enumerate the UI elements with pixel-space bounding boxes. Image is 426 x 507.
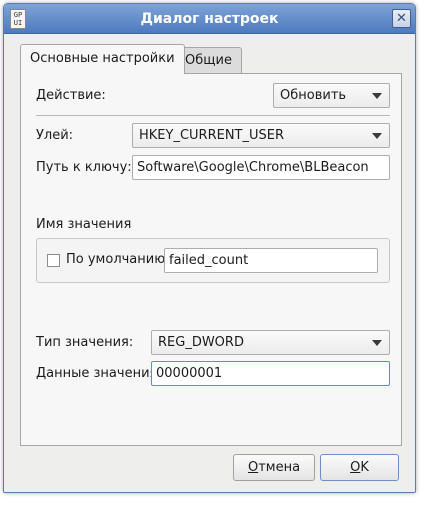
hive-combobox[interactable]: HKEY_CURRENT_USER <box>132 123 390 148</box>
title-bar[interactable]: GP UI Диалог настроек ✕ <box>4 4 415 34</box>
action-combobox[interactable]: Обновить <box>273 83 390 108</box>
settings-dialog: GP UI Диалог настроек ✕ Основные настрой… <box>3 3 416 493</box>
default-checkbox[interactable] <box>47 254 60 267</box>
default-checkbox-label[interactable]: По умолчанию <box>66 252 165 267</box>
value-type-label: Тип значения: <box>36 335 134 350</box>
hive-value: HKEY_CURRENT_USER <box>139 128 285 143</box>
tab-main-settings[interactable]: Основные настройки <box>20 44 185 74</box>
chevron-down-icon <box>372 340 382 346</box>
ok-button[interactable]: OK <box>320 454 399 481</box>
main-settings-panel: Действие: Обновить Улей: HKEY_CURRENT_US… <box>20 73 402 446</box>
divider <box>36 115 390 116</box>
action-label: Действие: <box>36 88 106 103</box>
hive-label: Улей: <box>36 128 74 143</box>
value-type-value: REG_DWORD <box>158 335 244 350</box>
value-name-input[interactable]: failed_count <box>164 248 378 273</box>
key-path-input[interactable]: Software\Google\Chrome\BLBeacon <box>132 155 390 180</box>
value-type-combobox[interactable]: REG_DWORD <box>151 330 390 355</box>
value-data-label: Данные значения: <box>36 366 162 381</box>
window-title: Диалог настроек <box>140 11 279 27</box>
chevron-down-icon <box>372 133 382 139</box>
chevron-down-icon <box>372 93 382 99</box>
value-name-group: По умолчанию failed_count <box>36 238 390 283</box>
close-icon[interactable]: ✕ <box>392 9 411 28</box>
cancel-button[interactable]: Отмена <box>233 454 315 481</box>
action-value: Обновить <box>280 88 347 103</box>
value-name-section-label: Имя значения <box>36 217 132 232</box>
key-path-label: Путь к ключу: <box>36 160 132 175</box>
tab-general[interactable]: Общие <box>175 47 242 74</box>
value-data-input[interactable]: 00000001 <box>151 361 390 386</box>
